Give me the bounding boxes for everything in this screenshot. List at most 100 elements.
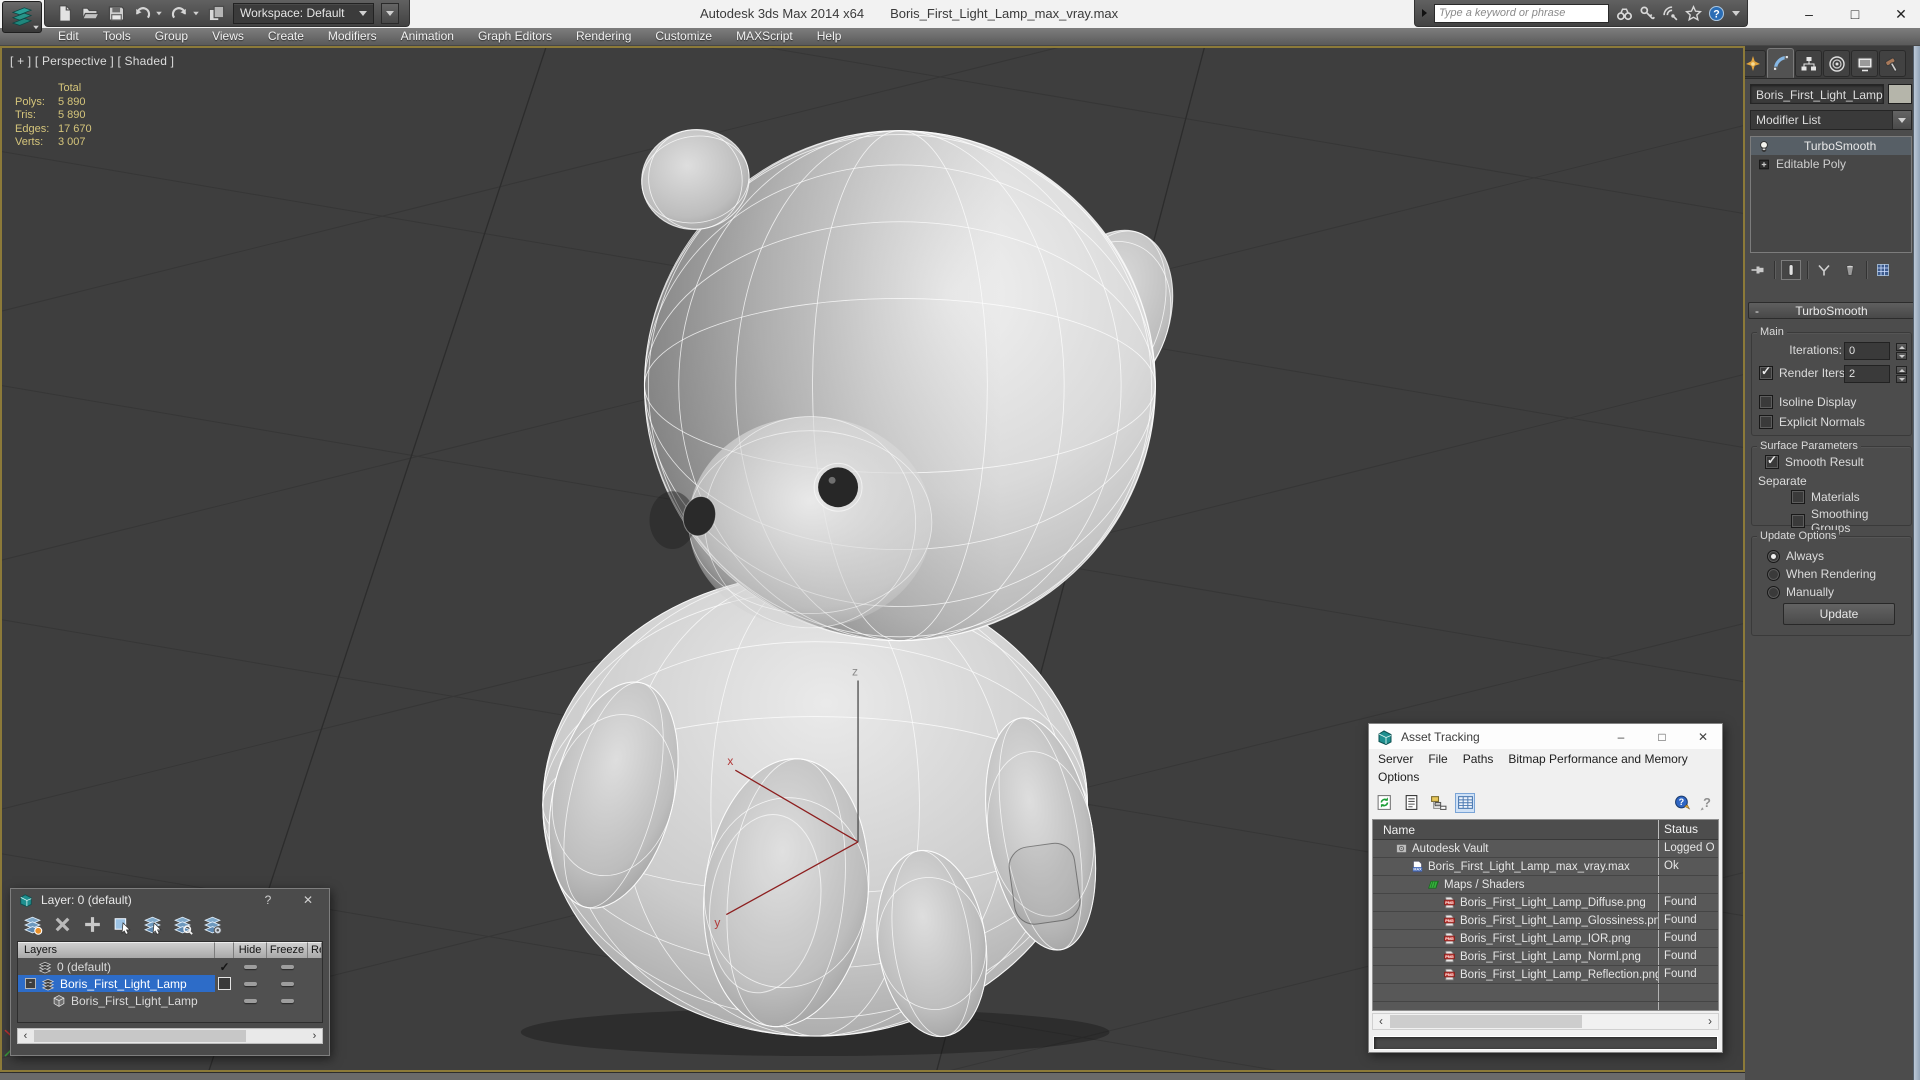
help-icon[interactable]: ? [1708,5,1725,22]
application-menu-button[interactable] [2,1,42,33]
highlight-selected-layer-icon[interactable] [172,914,193,935]
scrollbar-thumb[interactable] [1390,1015,1582,1028]
iterations-spin-arrows[interactable] [1896,342,1907,360]
column-status[interactable]: Status [1658,820,1718,839]
redo-icon[interactable] [170,4,189,23]
qat-customize-button[interactable] [381,2,399,24]
smoothing-groups-checkbox[interactable] [1791,514,1805,528]
expander-icon[interactable]: - [25,978,36,989]
hide-toggle[interactable] [244,981,257,986]
stack-item-editable-poly[interactable]: Editable Poly [1751,155,1911,173]
remove-modifier-button[interactable] [1840,260,1860,280]
turbosmooth-rollout-header[interactable]: - TurboSmooth [1748,302,1915,319]
delete-layer-icon[interactable] [52,914,73,935]
menu-animation[interactable]: Animation [389,28,466,45]
asset-close-button[interactable]: ✕ [1696,730,1710,744]
save-file-icon[interactable] [107,4,126,23]
layer-list-header[interactable]: Layers Hide Freeze Re [18,942,322,958]
layer-row[interactable]: 0 (default) ✓ [18,958,322,975]
asset-row[interactable]: MAX Boris_First_Light_Lamp_max_vray.max Ok [1373,858,1718,876]
asset-tracking-titlebar[interactable]: Asset Tracking – □ ✕ [1369,724,1722,749]
scroll-right-icon[interactable]: › [307,1029,322,1043]
hide-toggle[interactable] [244,964,257,969]
bulb-icon[interactable] [1757,139,1771,154]
radio-when-rendering[interactable] [1767,567,1780,581]
asset-row[interactable]: PNG Boris_First_Light_Lamp_IOR.png Found [1373,930,1718,948]
menu-rendering[interactable]: Rendering [564,28,643,45]
menu-maxscript[interactable]: MAXScript [724,28,805,45]
table-view-icon[interactable] [1455,792,1475,813]
freeze-toggle[interactable] [281,998,294,1003]
close-button[interactable]: ✕ [1892,0,1910,28]
freeze-toggle[interactable] [281,964,294,969]
layer-properties-icon[interactable] [202,914,223,935]
menu-graph-editors[interactable]: Graph Editors [466,28,564,45]
undo-caret-icon[interactable] [156,11,162,15]
layer-help-button[interactable]: ? [261,893,275,907]
current-layer-check-icon[interactable]: ✓ [219,960,229,974]
tab-hierarchy[interactable] [1795,50,1822,77]
asset-row[interactable]: PNG Boris_First_Light_Lamp_Norml.png Found [1373,948,1718,966]
iterations-spinner[interactable]: 0 [1844,342,1890,360]
hide-toggle[interactable] [244,998,257,1003]
menu-tools[interactable]: Tools [91,28,143,45]
refresh-icon[interactable] [1374,793,1394,813]
stack-item-turbosmooth[interactable]: TurboSmooth [1751,137,1911,155]
tab-display[interactable] [1851,50,1878,77]
radio-always[interactable] [1767,549,1780,563]
materials-checkbox[interactable] [1791,490,1805,504]
folder-view-icon[interactable] [1428,793,1448,813]
asset-row[interactable]: PNG Boris_First_Light_Lamp_Glossiness.png… [1373,912,1718,930]
column-name[interactable]: Name [1373,823,1658,837]
report-view-icon[interactable] [1401,793,1421,813]
asset-menu-options[interactable]: Options [1378,768,1419,786]
menu-edit[interactable]: Edit [46,28,91,45]
column-freeze[interactable]: Freeze [267,942,308,958]
asset-minimize-button[interactable]: – [1614,730,1628,744]
help-browser-icon[interactable]: ? [1672,793,1692,813]
select-objects-in-layer-icon[interactable] [112,914,133,935]
render-iters-checkbox[interactable] [1759,364,1773,380]
column-render[interactable]: Re [308,942,322,958]
tab-motion[interactable] [1823,50,1850,77]
search-icon[interactable] [1616,5,1633,22]
scroll-right-icon[interactable]: › [1702,1014,1718,1029]
workspace-selector[interactable]: Workspace: Default [233,2,374,24]
layer-row[interactable]: - Boris_First_Light_Lamp [18,975,322,992]
freeze-toggle[interactable] [281,981,294,986]
object-color-swatch[interactable] [1888,84,1912,104]
smooth-result-checkbox[interactable] [1765,453,1779,469]
plusbox-icon[interactable] [1757,157,1771,172]
column-layers[interactable]: Layers [18,942,215,958]
asset-menu-file[interactable]: File [1428,750,1447,768]
asset-row[interactable]: Autodesk Vault Logged O [1373,840,1718,858]
scroll-left-icon[interactable]: ‹ [18,1029,33,1043]
layer-horizontal-scrollbar[interactable]: ‹ › [17,1028,323,1044]
scroll-left-icon[interactable]: ‹ [1373,1014,1389,1029]
radio-manually[interactable] [1767,585,1780,599]
asset-list-header[interactable]: Name Status [1373,820,1718,840]
new-scene-icon[interactable] [55,4,74,23]
menu-create[interactable]: Create [256,28,316,45]
undo-icon[interactable] [133,4,152,23]
asset-menu-bitmap-performance-and-memory[interactable]: Bitmap Performance and Memory [1508,750,1687,768]
layer-row[interactable]: Boris_First_Light_Lamp [18,992,322,1009]
column-current[interactable] [215,942,234,958]
sign-in-icon[interactable] [1639,5,1656,22]
asset-maximize-button[interactable]: □ [1655,730,1669,744]
layer-checkbox[interactable] [218,977,231,990]
open-file-icon[interactable] [81,4,100,23]
favorites-icon[interactable] [1685,4,1702,22]
redo-caret-icon[interactable] [193,11,199,15]
asset-menu-server[interactable]: Server [1378,750,1413,768]
command-panel-scrollbar[interactable] [1913,46,1920,1080]
tab-create[interactable] [1745,50,1766,77]
asset-menu-paths[interactable]: Paths [1463,750,1494,768]
asset-row[interactable]: PNG Boris_First_Light_Lamp_Reflection.png… [1373,966,1718,984]
layer-dialog-titlebar[interactable]: Layer: 0 (default) ? ✕ [11,889,329,910]
make-unique-button[interactable] [1814,260,1834,280]
help-icon[interactable]: ? [1697,793,1717,813]
menu-help[interactable]: Help [805,28,854,45]
pin-stack-button[interactable] [1748,260,1768,280]
configure-modifier-sets-button[interactable] [1873,260,1893,280]
